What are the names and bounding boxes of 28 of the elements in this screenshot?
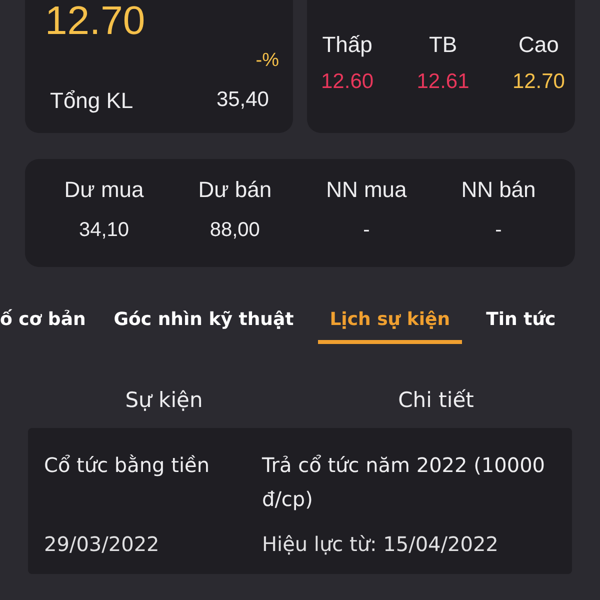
volume-value: 35,40	[216, 88, 269, 113]
event-date: 29/03/2022	[44, 532, 160, 556]
tab[interactable]: Lịch sự kiện	[318, 309, 462, 344]
order-label: NN mua	[326, 177, 407, 203]
order-value: -	[495, 219, 502, 242]
order-label: NN bán	[461, 177, 536, 203]
range-value: 12.60	[321, 70, 374, 94]
order-value: -	[363, 219, 370, 242]
order-value: 34,10	[78, 219, 130, 242]
range-label: Thấp	[322, 32, 372, 58]
effective-date: Hiệu lực từ: 15/04/2022	[262, 532, 500, 556]
column-header: Sự kiện	[124, 388, 204, 412]
price-change: -%	[256, 50, 279, 72]
price-value: 12.70	[45, 0, 146, 42]
order-label: Dư bán	[198, 177, 272, 203]
range-value: 12.61	[416, 70, 470, 94]
event-name: Cổ tức bằng tiền	[44, 452, 210, 479]
tab[interactable]: Tin tức	[482, 309, 560, 344]
range-value: 12.70	[512, 70, 565, 94]
range-label: TB	[428, 32, 458, 58]
order-value: 88,00	[210, 219, 260, 242]
event-detail: Trả cổ tức năm 2022 (10000 đ/cp)	[262, 452, 546, 513]
tab[interactable]: Góc nhìn kỹ thuật	[110, 309, 298, 344]
range-label: Cao	[518, 32, 559, 58]
tab[interactable]: ố cơ bản	[0, 309, 90, 344]
column-header: Chi tiết	[397, 388, 475, 412]
order-label: Dư mua	[64, 177, 144, 203]
volume-label: Tổng KL	[50, 88, 134, 114]
